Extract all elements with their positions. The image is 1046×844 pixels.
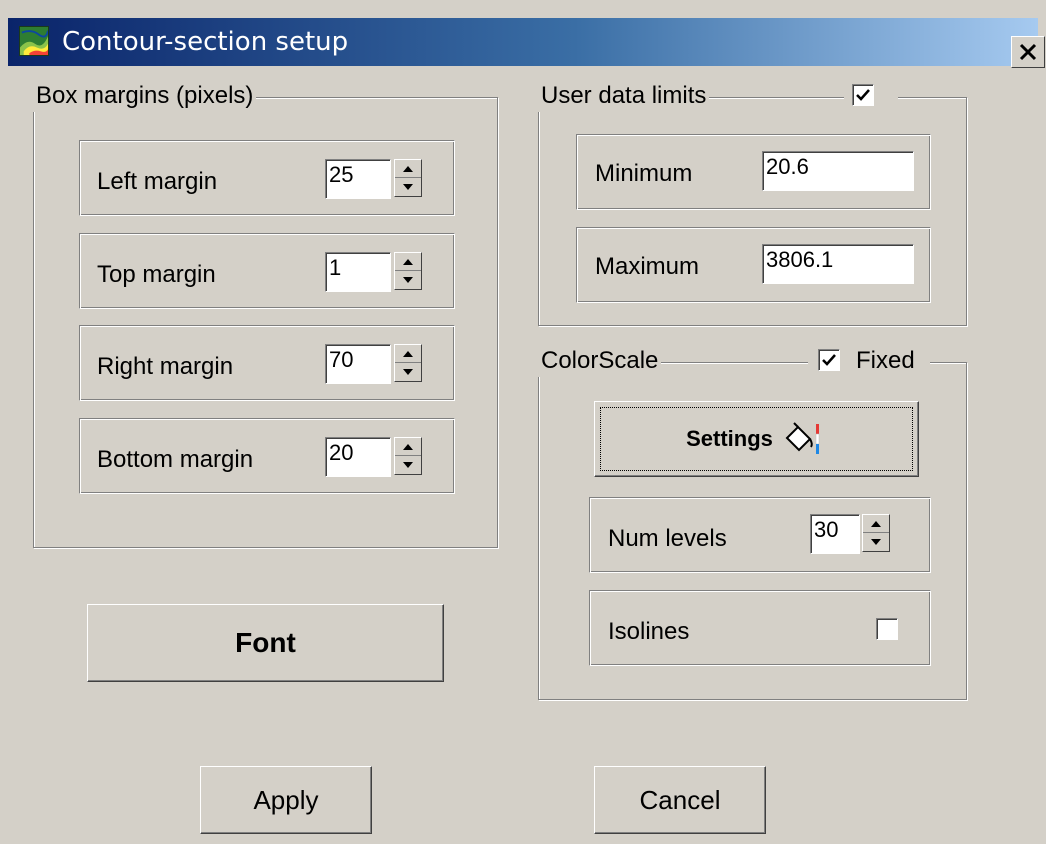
num-levels-label: Num levels [608, 525, 727, 552]
close-button[interactable] [1011, 36, 1045, 68]
arrow-up-icon [403, 258, 413, 265]
left-margin-label: Left margin [97, 168, 218, 195]
bottom-margin-input[interactable]: 20 [325, 437, 391, 477]
user-data-limits-legend: User data limits [538, 78, 950, 112]
user-data-limits-group: User data limits Minimum 20.6 Maximum 38… [538, 78, 967, 326]
arrow-up-icon [403, 350, 413, 357]
right-margin-panel: Right margin 70 [79, 325, 455, 401]
right-margin-spinner[interactable] [394, 344, 422, 382]
top-margin-spinner[interactable] [394, 252, 422, 290]
close-x-icon [1019, 43, 1037, 61]
arrow-up-icon [403, 443, 413, 450]
arrow-down-icon [403, 462, 413, 468]
left-margin-panel: Left margin 25 [79, 140, 455, 216]
dialog-window: Contour-section setup Box margins (pixel… [0, 0, 1046, 844]
minimum-input[interactable]: 20.6 [762, 151, 914, 191]
window-title: Contour-section setup [62, 27, 349, 57]
colorscale-legend: ColorScale Fixed [538, 345, 948, 377]
bottom-margin-up-button[interactable] [395, 438, 421, 456]
checkmark-icon [856, 89, 870, 101]
bottom-margin-spinner[interactable] [394, 437, 422, 475]
colorscale-fixed-label: Fixed [856, 347, 915, 374]
left-margin-spinner[interactable] [394, 159, 422, 197]
isolines-checkbox[interactable] [876, 618, 898, 640]
arrow-up-icon [403, 165, 413, 172]
bottom-margin-panel: Bottom margin 20 [79, 418, 455, 494]
cancel-button-label: Cancel [639, 784, 721, 815]
num-levels-spinner[interactable] [862, 514, 890, 552]
box-margins-group: Box margins (pixels) Left margin 25 Top … [33, 80, 498, 548]
checkmark-icon [822, 354, 836, 366]
left-margin-down-button[interactable] [395, 178, 421, 196]
font-button-label: Font [235, 627, 296, 658]
apply-button-label: Apply [253, 784, 319, 815]
maximum-label: Maximum [595, 253, 700, 280]
bottom-margin-down-button[interactable] [395, 456, 421, 474]
top-margin-label: Top margin [97, 261, 216, 288]
arrow-down-icon [403, 369, 413, 375]
colorscale-fixed-checkbox[interactable] [818, 349, 840, 371]
font-button[interactable]: Font [87, 604, 444, 682]
num-levels-down-button[interactable] [863, 533, 889, 551]
left-margin-up-button[interactable] [395, 160, 421, 178]
maximum-input[interactable]: 3806.1 [762, 244, 914, 284]
contour-map-icon [19, 26, 49, 56]
isolines-label: Isolines [608, 618, 690, 645]
left-margin-input[interactable]: 25 [325, 159, 391, 199]
top-margin-panel: Top margin 1 [79, 233, 455, 309]
right-margin-input[interactable]: 70 [325, 344, 391, 384]
colorscale-group: ColorScale Fixed Settings Num levels 30 [538, 345, 967, 700]
top-margin-up-button[interactable] [395, 253, 421, 271]
settings-label: Settings [686, 426, 773, 451]
user-data-limits-checkbox[interactable] [852, 84, 874, 106]
bottom-margin-label: Bottom margin [97, 446, 254, 473]
num-levels-input[interactable]: 30 [810, 514, 860, 554]
apply-button[interactable]: Apply [200, 766, 372, 834]
arrow-down-icon [403, 277, 413, 283]
top-margin-down-button[interactable] [395, 271, 421, 289]
right-margin-up-button[interactable] [395, 345, 421, 363]
maximum-panel: Maximum 3806.1 [576, 227, 931, 303]
top-margin-input[interactable]: 1 [325, 252, 391, 292]
minimum-label: Minimum [595, 160, 693, 187]
settings-button[interactable]: Settings [594, 401, 919, 477]
isolines-panel: Isolines [589, 590, 931, 666]
arrow-up-icon [871, 520, 881, 527]
paint-bucket-icon [785, 422, 820, 454]
num-levels-panel: Num levels 30 [589, 497, 931, 573]
cancel-button[interactable]: Cancel [594, 766, 766, 834]
right-margin-label: Right margin [97, 353, 234, 380]
arrow-down-icon [871, 539, 881, 545]
minimum-panel: Minimum 20.6 [576, 134, 931, 210]
right-margin-down-button[interactable] [395, 363, 421, 381]
colorscale-label: ColorScale [538, 345, 662, 377]
box-margins-legend: Box margins (pixels) [33, 80, 257, 112]
arrow-down-icon [403, 184, 413, 190]
num-levels-up-button[interactable] [863, 515, 889, 533]
user-data-limits-label: User data limits [538, 80, 710, 112]
title-bar[interactable]: Contour-section setup [8, 18, 1045, 68]
